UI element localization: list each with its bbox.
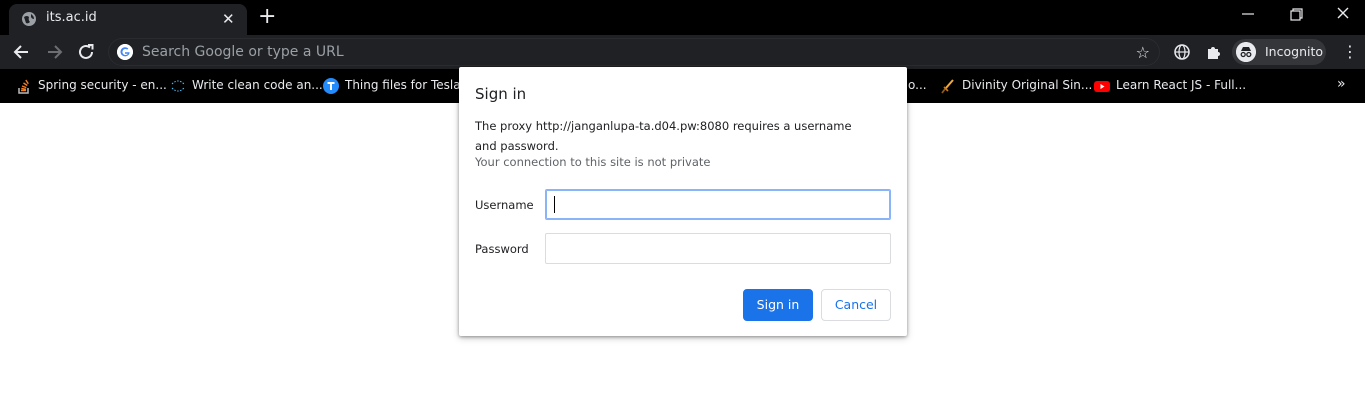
back-icon[interactable] bbox=[11, 41, 33, 63]
tab-active[interactable]: its.ac.id ✕ bbox=[9, 4, 247, 35]
globe-extension-icon[interactable] bbox=[1173, 43, 1191, 61]
bookmarks-more-icon[interactable]: » bbox=[1337, 76, 1346, 92]
password-label: Password bbox=[475, 242, 529, 256]
password-field[interactable] bbox=[545, 233, 891, 264]
cancel-button[interactable]: Cancel bbox=[821, 289, 891, 321]
omnibox[interactable]: Search Google or type a URL ☆ bbox=[108, 38, 1160, 66]
tab-close-icon[interactable]: ✕ bbox=[222, 10, 235, 28]
extensions-puzzle-icon[interactable] bbox=[1205, 43, 1223, 61]
toolbar: Search Google or type a URL ☆ Incognito … bbox=[0, 35, 1365, 69]
dialog-title: Sign in bbox=[475, 85, 527, 103]
dialog-privacy-note: Your connection to this site is not priv… bbox=[475, 155, 711, 169]
bookmark-star-icon[interactable]: ☆ bbox=[1136, 43, 1150, 62]
close-window-icon[interactable] bbox=[1331, 4, 1355, 24]
sign-in-button[interactable]: Sign in bbox=[743, 289, 813, 321]
menu-kebab-icon[interactable]: ⋮ bbox=[1342, 44, 1358, 60]
incognito-badge[interactable]: Incognito bbox=[1232, 39, 1326, 65]
sign-in-dialog: Sign in The proxy http://janganlupa-ta.d… bbox=[459, 67, 907, 336]
minimize-icon[interactable] bbox=[1236, 4, 1260, 24]
incognito-label: Incognito bbox=[1265, 44, 1324, 59]
incognito-icon bbox=[1236, 42, 1256, 62]
new-tab-icon[interactable]: + bbox=[258, 5, 276, 29]
globe-icon bbox=[22, 12, 36, 26]
google-icon bbox=[117, 44, 133, 60]
omnibox-placeholder: Search Google or type a URL bbox=[142, 44, 344, 60]
restore-icon[interactable] bbox=[1284, 4, 1308, 24]
username-field[interactable] bbox=[545, 189, 891, 220]
reload-icon[interactable] bbox=[75, 41, 97, 63]
dialog-message: The proxy http://janganlupa-ta.d04.pw:80… bbox=[475, 119, 852, 153]
sword-icon bbox=[941, 79, 954, 94]
thingiverse-icon bbox=[323, 78, 339, 94]
youtube-icon bbox=[1094, 81, 1110, 92]
username-label: Username bbox=[475, 198, 534, 212]
text-caret bbox=[554, 196, 555, 213]
stackoverflow-icon bbox=[18, 79, 29, 94]
forward-icon[interactable] bbox=[43, 41, 65, 63]
tab-title: its.ac.id bbox=[46, 10, 97, 25]
site-dots-icon bbox=[171, 80, 185, 92]
